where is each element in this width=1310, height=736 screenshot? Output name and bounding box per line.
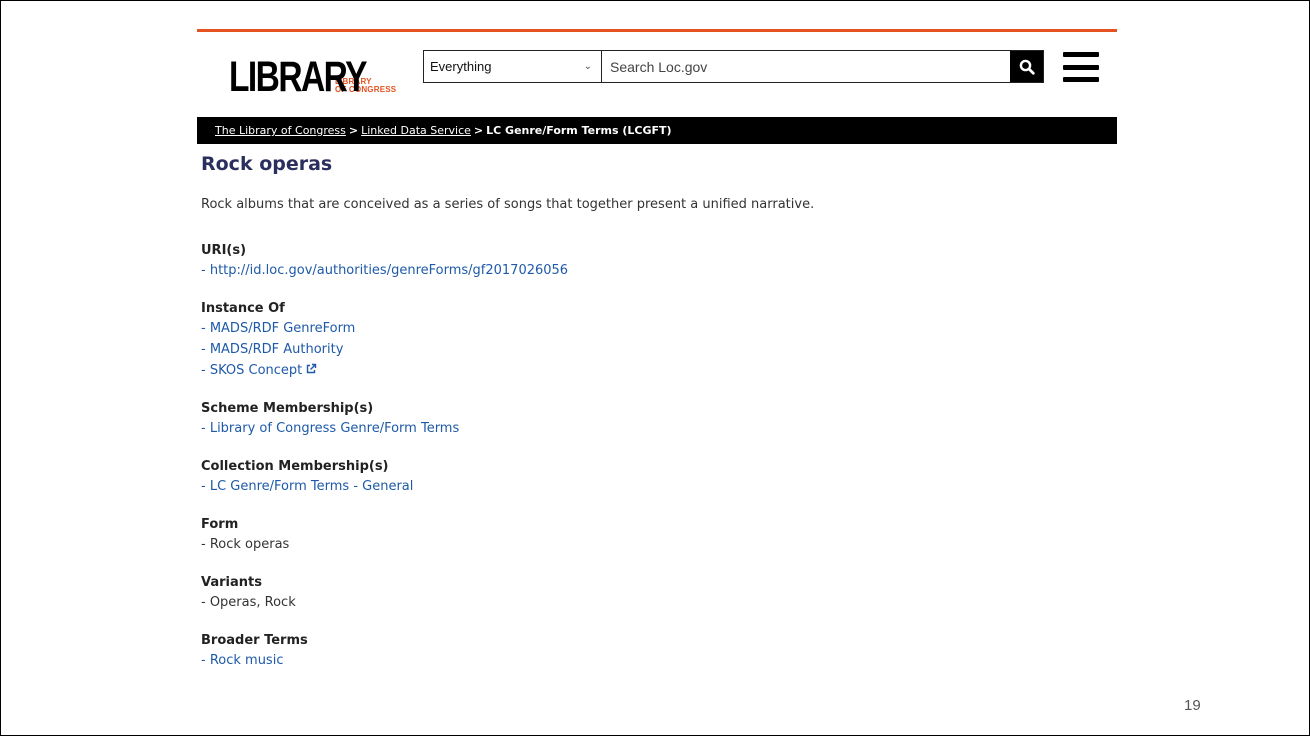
definition-text: Rock albums that are conceived as a seri…	[201, 197, 815, 212]
section-item-link[interactable]: - http://id.loc.gov/authorities/genreFor…	[201, 263, 568, 278]
record-section: Form - Rock operas	[201, 516, 1101, 555]
breadcrumb-separator: >	[473, 124, 484, 137]
breadcrumb-link-home[interactable]: The Library of Congress	[215, 124, 346, 137]
menu-icon-bar	[1063, 77, 1099, 82]
loc-logo[interactable]: LIBRARY LIBRARY OF CONGRESS	[229, 53, 396, 101]
section-item-text: - Operas, Rock	[201, 595, 296, 610]
section-item-link[interactable]: - Library of Congress Genre/Form Terms	[201, 421, 459, 436]
record-section: Collection Membership(s) - LC Genre/Form …	[201, 458, 1101, 497]
section-item-link[interactable]: - MADS/RDF Authority	[201, 342, 343, 357]
section-label: Broader Terms	[201, 633, 308, 648]
section-item-text: - Rock operas	[201, 537, 290, 552]
section-item: - Library of Congress Genre/Form Terms	[201, 418, 1101, 439]
section-label: Scheme Membership(s)	[201, 401, 374, 416]
menu-button[interactable]	[1063, 52, 1099, 82]
search-icon	[1019, 59, 1035, 75]
section-item-link[interactable]: - MADS/RDF GenreForm	[201, 321, 355, 336]
section-label: URI(s)	[201, 243, 247, 258]
search-button[interactable]	[1010, 51, 1043, 82]
section-item-link[interactable]: - SKOS Concept	[201, 363, 302, 378]
search-input[interactable]: Search Loc.gov	[602, 51, 1010, 82]
section-label: Form	[201, 517, 239, 532]
slide-page-number: 19	[1184, 697, 1201, 714]
section-item: - http://id.loc.gov/authorities/genreFor…	[201, 260, 1101, 281]
external-link-icon	[307, 363, 317, 374]
breadcrumb-separator: >	[348, 124, 359, 137]
menu-icon-bar	[1063, 64, 1099, 70]
main-content: Rock operas Rock albums that are conceiv…	[201, 151, 1101, 671]
search-scope-value: Everything	[430, 59, 492, 74]
section-item: - LC Genre/Form Terms - General	[201, 476, 1101, 497]
search-placeholder: Search Loc.gov	[610, 58, 708, 75]
section-item: - Rock operas	[201, 534, 1101, 555]
menu-icon-bar	[1063, 52, 1099, 57]
section-label: Instance Of	[201, 301, 285, 316]
section-item: - SKOS Concept	[201, 360, 1101, 381]
record-section: Variants - Operas, Rock	[201, 574, 1101, 613]
section-item: - MADS/RDF Authority	[201, 339, 1101, 360]
section-item-link[interactable]: - LC Genre/Form Terms - General	[201, 479, 413, 494]
record-section: Broader Terms - Rock music	[201, 632, 1101, 671]
record-section: Instance Of - MADS/RDF GenreForm - MADS/RD…	[201, 300, 1101, 381]
section-item: - Operas, Rock	[201, 592, 1101, 613]
logo-wordmark: LIBRARY	[229, 53, 367, 101]
search-bar: Everything ⌄ Search Loc.gov	[423, 50, 1044, 83]
section-label: Variants	[201, 575, 262, 590]
section-item-link[interactable]: - Rock music	[201, 653, 283, 668]
section-item: - Rock music	[201, 650, 1101, 671]
record-sections: URI(s) - http://id.loc.gov/authorities/ge…	[201, 242, 1101, 671]
page-title: Rock operas	[201, 153, 333, 175]
record-section: URI(s) - http://id.loc.gov/authorities/ge…	[201, 242, 1101, 281]
search-scope-select[interactable]: Everything ⌄	[424, 51, 602, 82]
section-label: Collection Membership(s)	[201, 459, 389, 474]
record-section: Scheme Membership(s) - Library of Congres…	[201, 400, 1101, 439]
section-item: - MADS/RDF GenreForm	[201, 318, 1101, 339]
breadcrumb-current: LC Genre/Form Terms (LCGFT)	[486, 124, 672, 137]
header-accent-bar	[197, 29, 1117, 32]
breadcrumb-link-linked-data[interactable]: Linked Data Service	[361, 124, 471, 137]
chevron-down-icon: ⌄	[583, 61, 592, 72]
breadcrumb: The Library of Congress > Linked Data Se…	[197, 117, 1117, 144]
